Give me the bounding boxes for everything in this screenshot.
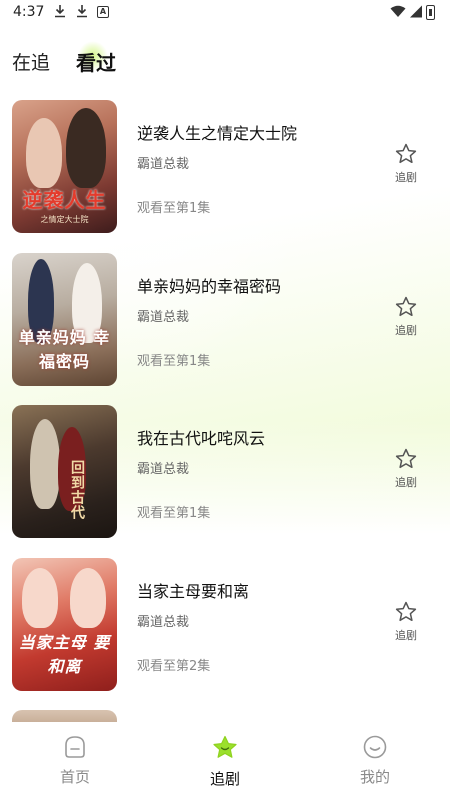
drama-title[interactable]: 单亲妈妈的幸福密码 — [137, 273, 281, 297]
download-icon — [76, 4, 88, 23]
star-outline-icon — [395, 296, 417, 317]
star-outline-icon — [395, 601, 417, 622]
cover-subtitle-art: 之情定大士院 — [40, 215, 89, 224]
drama-cover[interactable]: 逆袭人生 之情定大士院 — [12, 100, 117, 233]
list-item[interactable]: 当家主母 要和离 当家主母要和离 霸道总裁 观看至第2集 追剧 — [0, 558, 450, 692]
nav-mine[interactable]: 我的 — [335, 734, 415, 787]
follow-button[interactable]: 追剧 — [386, 447, 426, 497]
watch-progress: 观看至第1集 — [137, 354, 211, 369]
cover-figure — [70, 568, 106, 628]
follow-label: 追剧 — [395, 476, 417, 489]
drama-title[interactable]: 当家主母要和离 — [137, 578, 249, 602]
nav-home-label: 首页 — [59, 768, 90, 786]
star-icon — [213, 735, 237, 758]
drama-genre: 霸道总裁 — [137, 157, 190, 172]
follow-button[interactable]: 追剧 — [386, 295, 426, 345]
follow-button[interactable]: 追剧 — [386, 600, 426, 650]
cover-title-art: 回到古代 — [69, 460, 85, 520]
follow-label: 追剧 — [395, 629, 417, 642]
cover-title-art: 逆袭人生 — [22, 188, 107, 212]
bottom-nav: 首页 追剧 我的 — [0, 722, 450, 800]
drama-title[interactable]: 我在古代叱咤风云 — [137, 425, 265, 449]
status-bar: 4:37 A — [0, 0, 450, 26]
status-time: 4:37 — [13, 4, 45, 20]
watch-progress: 观看至第2集 — [137, 659, 211, 674]
home-icon — [65, 736, 85, 758]
download-icon — [54, 4, 66, 23]
watch-progress: 观看至第1集 — [137, 506, 211, 521]
list-item[interactable]: 回到古代 我在古代叱咤风云 霸道总裁 观看至第1集 追剧 — [0, 405, 450, 539]
list-item[interactable]: 逆袭人生 之情定大士院 逆袭人生之情定大士院 霸道总裁 观看至第1集 追剧 — [0, 100, 450, 234]
nav-drama[interactable]: 追剧 — [185, 734, 265, 789]
app-screen: 4:37 A 在追 看过 逆袭人生 之情定大士院 逆袭人生之情定大士院 霸道总裁… — [0, 0, 450, 800]
cover-title-art: 当家主母 要和离 — [18, 633, 111, 676]
drama-cover[interactable]: 单亲妈妈 幸福密码 — [12, 253, 117, 386]
nav-mine-label: 我的 — [359, 768, 390, 786]
star-outline-icon — [395, 448, 417, 469]
cover-figure — [22, 568, 58, 628]
cover-title-art: 单亲妈妈 幸福密码 — [18, 328, 111, 371]
drama-genre: 霸道总裁 — [137, 310, 190, 325]
tab-watched[interactable]: 看过 — [76, 41, 116, 76]
follow-label: 追剧 — [395, 171, 417, 184]
battery-icon — [426, 5, 435, 20]
cover-figure — [26, 118, 62, 188]
follow-button[interactable]: 追剧 — [386, 142, 426, 192]
star-outline-icon — [395, 143, 417, 164]
drama-cover[interactable]: 当家主母 要和离 — [12, 558, 117, 691]
signal-icon — [410, 5, 423, 23]
list-item[interactable]: 单亲妈妈 幸福密码 单亲妈妈的幸福密码 霸道总裁 观看至第1集 追剧 — [0, 253, 450, 387]
drama-cover[interactable]: 回到古代 — [12, 405, 117, 538]
cover-figure — [30, 419, 60, 509]
drama-genre: 霸道总裁 — [137, 615, 190, 630]
tab-following[interactable]: 在追 — [12, 48, 50, 75]
follow-label: 追剧 — [395, 324, 417, 337]
wifi-icon — [390, 5, 406, 23]
drama-genre: 霸道总裁 — [137, 462, 190, 477]
nav-home[interactable]: 首页 — [35, 734, 115, 787]
smiley-icon — [363, 735, 387, 759]
nav-drama-label: 追剧 — [209, 770, 240, 788]
cover-figure — [66, 108, 106, 188]
watch-progress: 观看至第1集 — [137, 201, 211, 216]
drama-title[interactable]: 逆袭人生之情定大士院 — [137, 120, 297, 144]
list-item-partial[interactable] — [12, 710, 117, 722]
a-badge-icon: A — [97, 6, 109, 18]
